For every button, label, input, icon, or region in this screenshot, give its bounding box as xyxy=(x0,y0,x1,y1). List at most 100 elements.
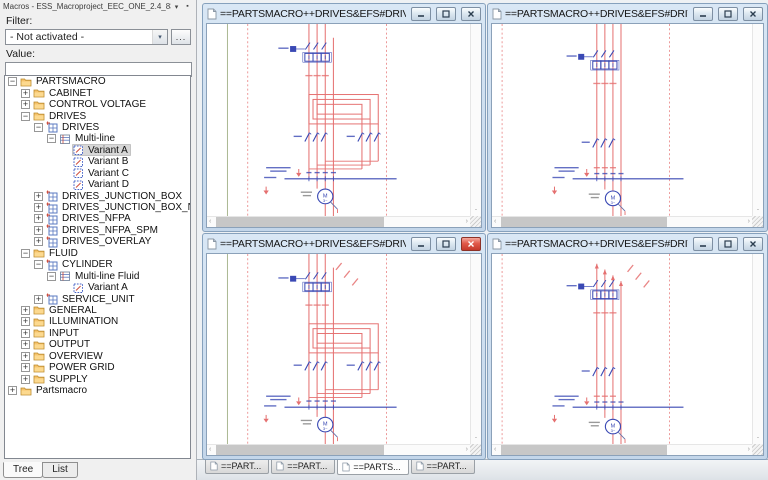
expand-icon[interactable]: + xyxy=(21,306,30,315)
tree-item-service-unit[interactable]: +SERVICE_UNIT xyxy=(5,293,190,304)
tree-item-overview[interactable]: +OVERVIEW xyxy=(5,351,190,362)
tree-item-drives-junction-box-nfpa[interactable]: +DRIVES_JUNCTION_BOX_NFPA xyxy=(5,202,190,213)
minimize-button[interactable] xyxy=(411,237,431,251)
expand-icon[interactable]: + xyxy=(8,386,17,395)
tree-item-input[interactable]: +INPUT xyxy=(5,328,190,339)
panel-tab-list[interactable]: List xyxy=(42,462,78,478)
expand-icon[interactable]: + xyxy=(21,375,30,384)
vertical-scrollbar[interactable]: ˆˇ xyxy=(752,254,763,444)
tree-item-illumination[interactable]: +ILLUMINATION xyxy=(5,316,190,327)
schematic-canvas[interactable]: M3~ xyxy=(207,254,470,444)
minimize-button[interactable] xyxy=(693,237,713,251)
expand-icon[interactable]: + xyxy=(21,363,30,372)
filter-browse-button[interactable]: ... xyxy=(171,29,191,45)
maximize-button[interactable] xyxy=(436,237,456,251)
panel-tab-tree[interactable]: Tree xyxy=(3,462,43,478)
tree-item-fluid[interactable]: −FLUID xyxy=(5,248,190,259)
vertical-scrollbar[interactable]: ˆˇ xyxy=(470,24,481,216)
scrollbar-thumb[interactable] xyxy=(216,445,384,455)
tree-item-general[interactable]: +GENERAL xyxy=(5,305,190,316)
tree-item-variant-c[interactable]: Variant C xyxy=(5,168,190,179)
expand-icon[interactable]: + xyxy=(34,214,43,223)
minimize-button[interactable] xyxy=(693,7,713,21)
scroll-left-icon[interactable]: ‹ xyxy=(494,445,496,455)
child-window-titlebar[interactable]: ==PARTSMACRO++DRIVES&EFS#DRIVE... xyxy=(206,234,482,253)
tree-item-variant-a[interactable]: Variant A xyxy=(5,145,190,156)
tree-item-drives-overlay[interactable]: +DRIVES_OVERLAY xyxy=(5,236,190,247)
expand-icon[interactable]: + xyxy=(34,203,43,212)
tree-item-drives[interactable]: −DRIVES xyxy=(5,122,190,133)
vertical-scrollbar[interactable]: ˆˇ xyxy=(752,24,763,216)
scroll-up-icon[interactable]: ˆ xyxy=(475,254,477,260)
scroll-left-icon[interactable]: ‹ xyxy=(494,217,496,227)
scroll-up-icon[interactable]: ˆ xyxy=(475,24,477,30)
collapse-icon[interactable]: − xyxy=(34,123,43,132)
close-button[interactable] xyxy=(461,237,481,251)
expand-icon[interactable]: + xyxy=(21,340,30,349)
scroll-up-icon[interactable]: ˆ xyxy=(757,24,759,30)
tree-item-variant-a[interactable]: Variant A xyxy=(5,282,190,293)
scrollbar-thumb[interactable] xyxy=(216,217,384,227)
horizontal-scrollbar[interactable]: ‹› xyxy=(492,216,752,227)
resize-grip[interactable] xyxy=(752,216,763,227)
resize-grip[interactable] xyxy=(752,444,763,455)
tree-item-drives[interactable]: −DRIVES xyxy=(5,110,190,121)
collapse-icon[interactable]: − xyxy=(21,112,30,121)
tree-item-partsmacro[interactable]: +Partsmacro xyxy=(5,385,190,396)
page-tab-4[interactable]: ==PART... xyxy=(411,459,475,474)
expand-icon[interactable]: + xyxy=(21,317,30,326)
close-button[interactable] xyxy=(743,7,763,21)
tree-item-supply[interactable]: +SUPPLY xyxy=(5,373,190,384)
collapse-icon[interactable]: − xyxy=(34,260,43,269)
scroll-right-icon[interactable]: › xyxy=(466,445,468,455)
expand-icon[interactable]: + xyxy=(34,237,43,246)
tree-item-variant-b[interactable]: Variant B xyxy=(5,156,190,167)
tree-item-cabinet[interactable]: +CABINET xyxy=(5,87,190,98)
scroll-right-icon[interactable]: › xyxy=(748,217,750,227)
tree-item-output[interactable]: +OUTPUT xyxy=(5,339,190,350)
scroll-right-icon[interactable]: › xyxy=(466,217,468,227)
collapse-icon[interactable]: − xyxy=(47,134,56,143)
expand-icon[interactable]: + xyxy=(21,329,30,338)
tree-item-drives-nfpa-spm[interactable]: +DRIVES_NFPA_SPM xyxy=(5,225,190,236)
resize-grip[interactable] xyxy=(470,444,481,455)
minimize-button[interactable] xyxy=(411,7,431,21)
expand-icon[interactable]: + xyxy=(34,192,43,201)
filter-combobox[interactable]: - Not activated - ▾ xyxy=(5,29,168,45)
tree-item-drives-nfpa[interactable]: +DRIVES_NFPA xyxy=(5,213,190,224)
collapse-icon[interactable]: − xyxy=(21,249,30,258)
tree-item-partsmacro[interactable]: −PARTSMACRO xyxy=(5,76,190,87)
expand-icon[interactable]: + xyxy=(21,89,30,98)
schematic-canvas[interactable]: M3~ xyxy=(492,254,752,444)
child-window-titlebar[interactable]: ==PARTSMACRO++DRIVES&EFS#DRIVE... xyxy=(491,4,764,23)
expand-icon[interactable]: + xyxy=(34,226,43,235)
schematic-canvas[interactable]: M3~ xyxy=(492,24,752,216)
scroll-left-icon[interactable]: ‹ xyxy=(209,445,211,455)
maximize-button[interactable] xyxy=(718,237,738,251)
tree-item-multi-line[interactable]: −Multi-line xyxy=(5,133,190,144)
scroll-up-icon[interactable]: ˆ xyxy=(757,254,759,260)
horizontal-scrollbar[interactable]: ‹› xyxy=(207,444,470,455)
tree-item-multi-line-fluid[interactable]: −Multi-line Fluid xyxy=(5,270,190,281)
page-tab-1[interactable]: ==PART... xyxy=(205,459,269,474)
maximize-button[interactable] xyxy=(718,7,738,21)
scrollbar-thumb[interactable] xyxy=(501,445,667,455)
tree-item-control-voltage[interactable]: +CONTROL VOLTAGE xyxy=(5,99,190,110)
expand-icon[interactable]: + xyxy=(34,295,43,304)
schematic-canvas[interactable]: M3~ xyxy=(207,24,470,216)
page-tab-2[interactable]: ==PART... xyxy=(271,459,335,474)
vertical-scrollbar[interactable]: ˆˇ xyxy=(470,254,481,444)
pin-icon[interactable]: ▪ xyxy=(182,3,193,10)
scroll-right-icon[interactable]: › xyxy=(748,445,750,455)
child-window-titlebar[interactable]: ==PARTSMACRO++DRIVES&EFS#DRIVE... xyxy=(206,4,482,23)
maximize-button[interactable] xyxy=(436,7,456,21)
child-window-titlebar[interactable]: ==PARTSMACRO++DRIVES&EFS#DRIVE... xyxy=(491,234,764,253)
chevron-down-icon[interactable]: ▾ xyxy=(171,3,182,11)
tree-item-variant-d[interactable]: Variant D xyxy=(5,179,190,190)
close-button[interactable] xyxy=(743,237,763,251)
scroll-left-icon[interactable]: ‹ xyxy=(209,217,211,227)
tree-item-cylinder[interactable]: −CYLINDER xyxy=(5,259,190,270)
collapse-icon[interactable]: − xyxy=(47,272,56,281)
horizontal-scrollbar[interactable]: ‹› xyxy=(207,216,470,227)
chevron-down-icon[interactable]: ▾ xyxy=(152,30,167,44)
